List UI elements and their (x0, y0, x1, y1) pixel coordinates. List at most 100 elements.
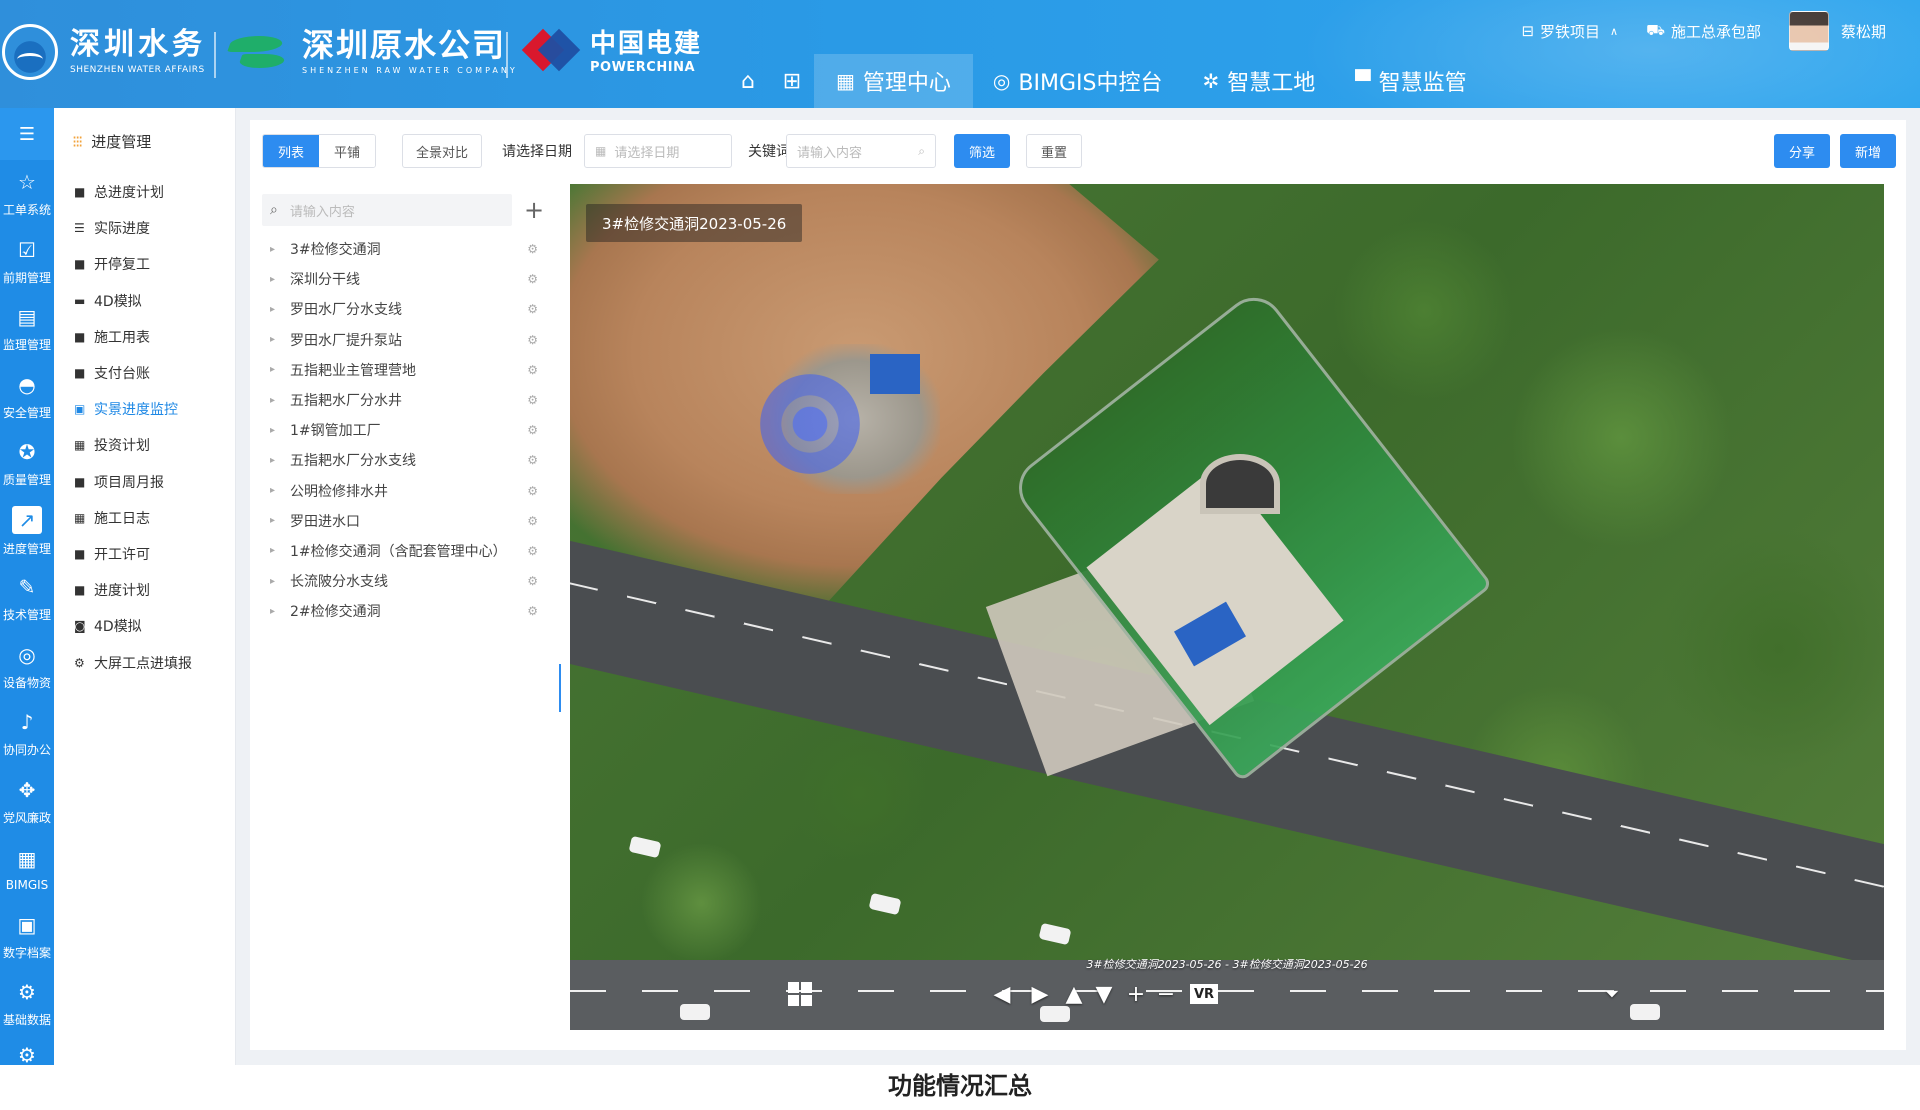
nav-smart-supervision[interactable]: ▀ 智慧监管 (1335, 54, 1486, 108)
rail-item-office[interactable]: ♪ 协同办公 (0, 700, 54, 768)
submenu-item-construction-forms[interactable]: ■ 施工用表 (54, 319, 235, 355)
gear-icon[interactable]: ⚙ (527, 604, 538, 618)
tree-search-input[interactable]: ⌕ 请输入内容 (262, 194, 512, 226)
rail-item-technical[interactable]: ✎ 技术管理 (0, 565, 54, 633)
submenu-item-4d-simulation[interactable]: ▬ 4D模拟 (54, 283, 235, 319)
tree-item[interactable]: ▸ 五指耙水厂分水支线 ⚙ (262, 445, 552, 475)
view-tile-button[interactable]: 平铺 (319, 135, 375, 167)
rail-item-base-data[interactable]: ⚙ 基础数据 (0, 970, 54, 1038)
submenu-item-actual-progress[interactable]: ☰ 实际进度 (54, 210, 235, 246)
nav-label: 管理中心 (862, 71, 951, 96)
shenzhen-water-logo: 深圳水务 SHENZHEN WATER AFFAIRS (0, 22, 206, 82)
rail-item-more[interactable]: ⚙ (0, 1038, 54, 1066)
gear-icon[interactable]: ⚙ (527, 272, 538, 286)
submenu-item-start-permit[interactable]: ■ 开工许可 (54, 536, 235, 572)
arrow-up-icon[interactable]: ▲ (1062, 982, 1086, 1007)
tree-item[interactable]: ▸ 罗田水厂提升泵站 ⚙ (262, 325, 552, 355)
tree-item[interactable]: ▸ 2#检修交通洞 ⚙ (262, 596, 552, 626)
chevron-right-icon: ▸ (270, 575, 276, 587)
nav-smart-site[interactable]: ✲ 智慧工地 (1182, 54, 1335, 108)
rail-item-bimgis[interactable]: ▦ BIMGIS (0, 835, 54, 903)
home-icon[interactable]: ⌂ (726, 54, 770, 108)
rail-item-pre-management[interactable]: ☑ 前期管理 (0, 228, 54, 296)
tree-item[interactable]: ▸ 1#钢管加工厂 ⚙ (262, 415, 552, 445)
gear-icon[interactable]: ⚙ (527, 574, 538, 588)
excavator-icon: ⛟ (1646, 21, 1665, 39)
zoom-out-icon[interactable]: − (1154, 982, 1178, 1007)
chevron-right-icon: ▸ (270, 454, 276, 466)
gear-icon[interactable]: ⚙ (527, 363, 538, 377)
date-picker[interactable]: ▦ 请选择日期 (584, 134, 732, 168)
filter-button[interactable]: 筛选 (954, 134, 1010, 168)
gear-icon[interactable]: ⚙ (527, 302, 538, 316)
submenu-item-4d-simulation-2[interactable]: ◙ 4D模拟 (54, 608, 235, 644)
project-selector[interactable]: ⊟ 罗铁项目 ∧ (1521, 21, 1618, 42)
rail-item-integrity[interactable]: ✥ 党风廉政 (0, 768, 54, 836)
submenu-item-progress-plan[interactable]: ■ 进度计划 (54, 572, 235, 608)
share-button[interactable]: 分享 (1774, 134, 1830, 168)
tree-item[interactable]: ▸ 五指耙水厂分水井 ⚙ (262, 385, 552, 415)
view-list-button[interactable]: 列表 (263, 135, 319, 167)
submenu-item-investment-plan[interactable]: ▦ 投资计划 (54, 427, 235, 463)
zoom-in-icon[interactable]: + (1124, 982, 1148, 1007)
arrow-left-icon[interactable]: ◀ (990, 982, 1014, 1007)
reset-button[interactable]: 重置 (1026, 134, 1082, 168)
tree-scrollbar[interactable] (559, 664, 561, 712)
arrow-down-icon[interactable]: ▼ (1092, 982, 1116, 1007)
submenu-item-live-progress[interactable]: ▣ 实景进度监控 (54, 391, 235, 427)
tree-item[interactable]: ▸ 五指耙业主管理营地 ⚙ (262, 355, 552, 385)
tree-item[interactable]: ▸ 公明检修排水井 ⚙ (262, 476, 552, 506)
rail-item-supervision[interactable]: ▤ 监理管理 (0, 295, 54, 363)
user-menu[interactable]: 蔡松期 (1788, 11, 1886, 51)
add-node-icon[interactable]: + (522, 194, 546, 226)
gear-icon[interactable]: ⚙ (527, 242, 538, 256)
calendar-icon: ▦ (595, 144, 607, 158)
submenu-item-construction-log[interactable]: ▦ 施工日志 (54, 500, 235, 536)
nav-label: 智慧工地 (1227, 71, 1316, 96)
tree-item[interactable]: ▸ 罗田进水口 ⚙ (262, 506, 552, 536)
rail-item-work-order[interactable]: ☆ 工单系统 (0, 160, 54, 228)
gear-icon[interactable]: ⚙ (527, 514, 538, 528)
calendar-icon: ▦ (74, 510, 86, 525)
raw-water-name-en: SHENZHEN RAW WATER COMPANY (302, 66, 518, 75)
keyword-input[interactable]: 请输入内容 ⌕ (786, 134, 936, 168)
submenu-item-weekly-report[interactable]: ■ 项目周月报 (54, 464, 235, 500)
viewer-controls: ◀ ▶ ▲ ▼ + − VR ⏷ (570, 974, 1884, 1014)
hotspot-marker-icon[interactable] (760, 374, 860, 474)
collapse-panel-icon[interactable]: ⏷ (1600, 982, 1624, 1006)
submenu-item-master-plan[interactable]: ■ 总进度计划 (54, 174, 235, 210)
tree-item[interactable]: ▸ 长流陂分水支线 ⚙ (262, 566, 552, 596)
submenu-title-text: 进度管理 (91, 132, 152, 151)
panorama-viewer[interactable]: 3#检修交通洞2023-05-26 3#检修交通洞2023-05-26 - 3#… (570, 184, 1884, 1030)
gear-icon[interactable]: ⚙ (527, 423, 538, 437)
submenu-item-payment-ledger[interactable]: ■ 支付台账 (54, 355, 235, 391)
powerchina-name-en: POWERCHINA (590, 59, 696, 75)
tree-item[interactable]: ▸ 罗田水厂分水支线 ⚙ (262, 294, 552, 324)
tree-item[interactable]: ▸ 深圳分干线 ⚙ (262, 264, 552, 294)
rail-item-equipment[interactable]: ◎ 设备物资 (0, 633, 54, 701)
rail-item-safety[interactable]: ◓ 安全管理 (0, 363, 54, 431)
nav-bimgis-console[interactable]: ◎ BIMGIS中控台 (973, 54, 1183, 108)
rail-item-quality[interactable]: ✪ 质量管理 (0, 430, 54, 498)
panorama-compare-button[interactable]: 全景对比 (402, 134, 482, 168)
rail-item-archive[interactable]: ▣ 数字档案 (0, 903, 54, 971)
arrow-right-icon[interactable]: ▶ (1028, 982, 1052, 1007)
submenu-item-screen-report[interactable]: ⚙ 大屏工点进填报 (54, 644, 235, 680)
nav-management-center[interactable]: ▦ 管理中心 (814, 54, 973, 108)
gear-icon[interactable]: ⚙ (527, 453, 538, 467)
screen-icon: ▬ (74, 293, 86, 308)
submenu-item-stop-resume[interactable]: ■ 开停复工 (54, 246, 235, 282)
gear-icon[interactable]: ⚙ (527, 484, 538, 498)
gear-icon[interactable]: ⚙ (527, 393, 538, 407)
rail-item-progress[interactable]: ↗ 进度管理 (0, 498, 54, 566)
tree-item[interactable]: ▸ 3#检修交通洞 ⚙ (262, 234, 552, 264)
apps-grid-icon[interactable]: ⊞ (770, 54, 814, 108)
add-button[interactable]: 新增 (1840, 134, 1896, 168)
thumbnail-grid-icon[interactable] (788, 982, 812, 1006)
gear-icon[interactable]: ⚙ (527, 333, 538, 347)
gear-icon[interactable]: ⚙ (527, 544, 538, 558)
menu-toggle-icon[interactable]: ☰ (0, 108, 54, 160)
vr-mode-button[interactable]: VR (1190, 984, 1219, 1004)
tree-item[interactable]: ▸ 1#检修交通洞（含配套管理中心） ⚙ (262, 536, 552, 566)
contractor-selector[interactable]: ⛟ 施工总承包部 (1646, 21, 1761, 42)
